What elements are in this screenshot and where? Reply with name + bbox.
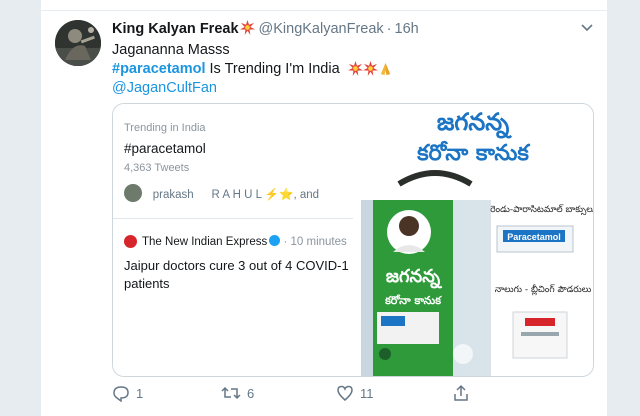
poster-image: జగనన్న కరోనా కానుక జగనన్న కరోనా కానుక రె…: [353, 104, 593, 376]
tablets-caption: రెండు-పారాసిటమాల్ బాక్సులు: [490, 204, 593, 216]
bleach-caption: నాలుగు - బ్లీచింగ్ పౌడరులు: [495, 283, 591, 296]
news-meta: · 10 minutes: [283, 236, 347, 248]
tweet-text-line1: Jagananna Masss: [112, 42, 230, 58]
separator-dot: ·: [386, 21, 392, 37]
avatar[interactable]: [55, 20, 101, 66]
divider: [41, 10, 607, 11]
news-logo-icon: [124, 235, 137, 248]
tweet-header: King Kalyan Freak @KingKalyanFreak · 16h: [112, 20, 419, 39]
folded-hands-icon: [378, 62, 393, 80]
tweet-text: Is Trending I'm India: [205, 61, 344, 77]
burst-icon: [239, 20, 255, 39]
burst-icon: [362, 61, 378, 80]
verified-icon: [269, 235, 281, 246]
like-button[interactable]: 11: [336, 384, 374, 402]
trend-names: prakash R A H U L ⚡⭐, and: [147, 189, 320, 201]
avatar: [124, 184, 142, 202]
retweet-button[interactable]: 6: [221, 384, 254, 402]
reply-icon: [112, 386, 130, 403]
tweet-card[interactable]: King Kalyan Freak @KingKalyanFreak · 16h Ja…: [40, 0, 608, 416]
reply-button[interactable]: 1: [112, 384, 144, 403]
reply-count: 1: [136, 386, 144, 401]
trend-label: Trending in India: [124, 122, 206, 134]
bag-line1: జగనన్న: [386, 266, 443, 289]
tweet-text-line2: #paracetamol Is Trending I'm India: [112, 61, 393, 80]
caret-down-icon[interactable]: [581, 20, 593, 35]
news-headline: Jaipur doctors cure 3 out of 4 COVID-1 p…: [124, 258, 349, 291]
news-source-name: The New Indian Express: [142, 236, 268, 248]
retweet-count: 6: [247, 386, 255, 401]
timestamp[interactable]: 16h: [395, 21, 419, 37]
poster-title-line2: కరోనా కానుక: [416, 140, 530, 166]
trending-screenshot-image: Trending in India #paracetamol 4,363 Twe…: [113, 104, 353, 376]
like-icon: [336, 385, 354, 401]
tweet-count: 4,363 Tweets: [124, 162, 190, 174]
poster-title-line1: జగనన్న: [437, 108, 513, 139]
bag-graphic: జగనన్న కరోనా కానుక: [361, 200, 491, 376]
burst-icon: [347, 61, 363, 80]
like-count: 11: [360, 386, 374, 401]
divider: [113, 218, 353, 219]
mention-link[interactable]: @JaganCultFan: [112, 80, 217, 96]
user-handle[interactable]: @KingKalyanFreak: [259, 21, 384, 37]
display-name[interactable]: King Kalyan Freak: [112, 21, 239, 37]
news-source: The New Indian Express · 10 minutes: [142, 235, 347, 248]
hashtag-link[interactable]: #paracetamol: [112, 61, 206, 77]
tweet-media[interactable]: Trending in India #paracetamol 4,363 Twe…: [112, 103, 594, 377]
emoji-group: [347, 61, 393, 80]
box-label: Paracetamol: [507, 232, 561, 242]
bag-line2: కరోనా కానుక: [384, 294, 442, 307]
share-button[interactable]: [452, 384, 470, 402]
trend-hashtag: #paracetamol: [124, 141, 206, 156]
share-icon: [452, 384, 470, 401]
retweet-icon: [221, 386, 241, 401]
